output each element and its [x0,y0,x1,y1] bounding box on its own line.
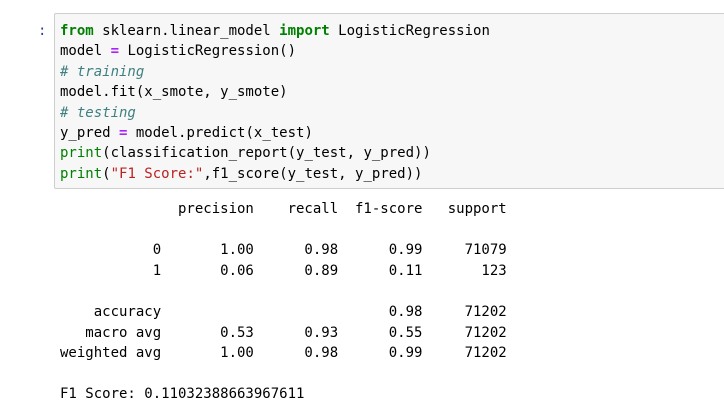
report-line [60,364,507,385]
code-token: model [60,43,111,60]
code-token: y_pred [60,124,120,141]
builtin-token: print [60,145,103,162]
notebook: : from sklearn.linear_model import Logis… [0,0,724,406]
operator-token: = [110,43,120,60]
report-line: macro avg 0.53 0.93 0.55 71202 [60,324,507,341]
code-line[interactable]: from sklearn.linear_model import Logisti… [60,21,724,41]
code-line[interactable]: y_pred = model.predict(x_test) [60,123,724,143]
code-token: model.fit(x_smote, y_smote) [60,84,288,101]
code-token: LogisticRegression [329,23,490,39]
comment-token: # training [60,63,145,80]
keyword-token: import [279,23,330,39]
code-line[interactable]: print(classification_report(y_test, y_pr… [60,143,724,163]
f1-score-output: F1 Score: 0.11032388663967611 [60,386,305,403]
comment-token: # testing [60,104,136,121]
code-line[interactable]: print("F1 Score:",f1_score(y_test, y_pre… [60,164,724,184]
report-line: precision recall f1-score support [60,201,507,217]
report-line: 0 1.00 0.98 0.99 71079 [60,242,507,259]
code-token: sklearn.linear_model [93,23,280,39]
code-token: (classification_report(y_test, y_pred)) [102,145,431,162]
report-line: accuracy 0.98 71202 [60,303,507,320]
report-line: weighted avg 1.00 0.98 0.99 71202 [60,345,507,362]
code-line[interactable]: # training [60,62,724,82]
code-token: model.predict(x_test) [127,124,313,141]
code-token: ,f1_score(y_test, y_pred)) [203,165,423,182]
report-line: 1 0.06 0.89 0.11 123 [60,262,507,279]
code-line[interactable]: model = LogisticRegression() [60,41,724,61]
report-line [60,220,507,241]
report-line [60,281,507,302]
string-token: "F1 Score:" [110,165,204,182]
code-token: ( [102,165,111,182]
code-token: LogisticRegression() [119,43,297,60]
builtin-token: print [60,165,103,182]
cell-output: precision recall f1-score support 0 1.00… [60,199,507,405]
code-cell-editor[interactable]: from sklearn.linear_model import Logisti… [54,13,724,189]
input-prompt: : [38,23,47,39]
keyword-token: from [60,23,94,39]
code-line[interactable]: # testing [60,103,724,123]
code-line[interactable]: model.fit(x_smote, y_smote) [60,82,724,102]
